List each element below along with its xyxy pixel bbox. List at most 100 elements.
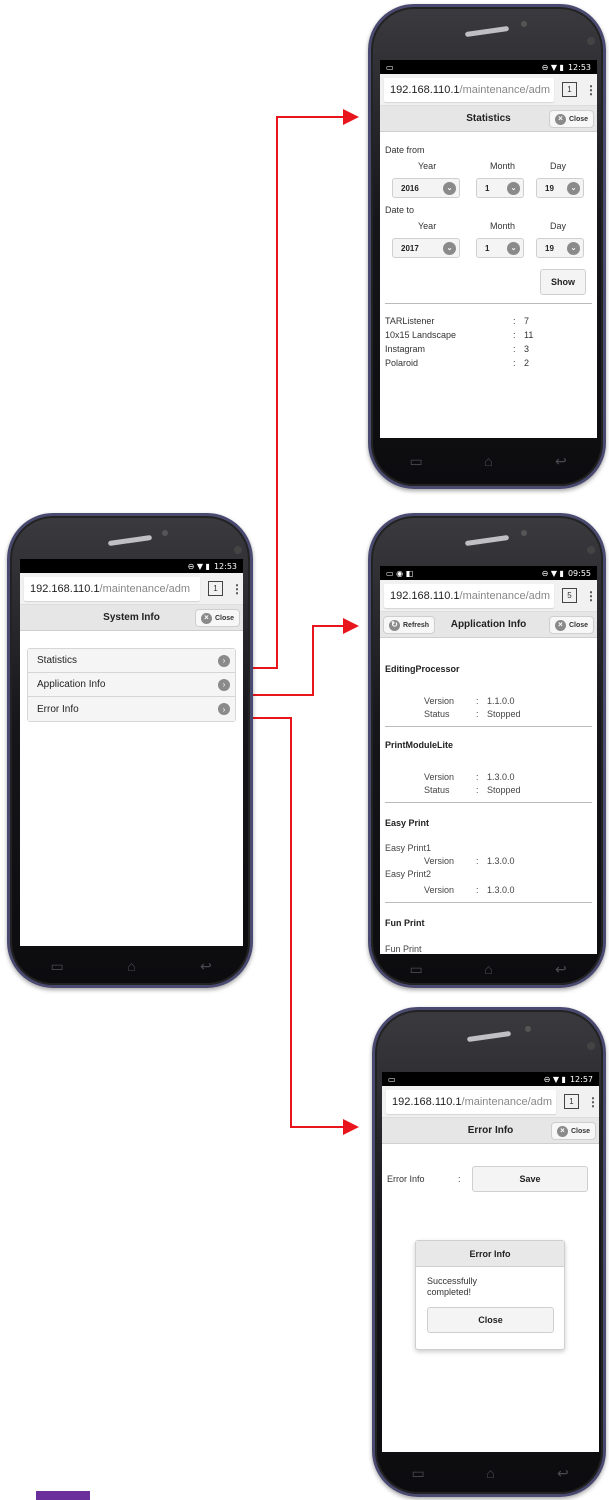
back-icon[interactable]: ↩: [546, 453, 576, 470]
stat-sep: :: [513, 344, 516, 354]
url-bar: 192.168.110.1/maintenance/adm 5 ⋮: [380, 580, 597, 612]
url-path: /maintenance/adm: [99, 582, 191, 595]
earpiece: [464, 534, 510, 547]
from-month-select[interactable]: 1 ⌄: [476, 178, 524, 198]
recent-apps-icon[interactable]: ▭: [42, 958, 72, 975]
back-icon[interactable]: ↩: [546, 961, 576, 978]
show-button[interactable]: Show: [540, 269, 586, 295]
close-button[interactable]: × Close: [548, 110, 594, 128]
refresh-button[interactable]: ↻ Refresh: [383, 616, 436, 634]
stat-name: Instagram: [385, 344, 426, 354]
select-value: 2016: [401, 183, 419, 193]
stat-value: 11: [524, 330, 534, 340]
back-icon[interactable]: ↩: [548, 1465, 578, 1482]
home-icon[interactable]: ⌂: [116, 958, 146, 974]
url-host: 192.168.110.1: [392, 1095, 462, 1108]
select-value: 19: [545, 183, 554, 193]
chevron-right-icon: ›: [218, 678, 230, 691]
sub-title: Fun Print: [385, 944, 422, 954]
recent-apps-icon[interactable]: ▭: [401, 453, 431, 470]
from-day-select[interactable]: 19 ⌄: [536, 178, 584, 198]
list-item-statistics[interactable]: Statistics ›: [28, 649, 235, 673]
kv-sep: :: [476, 709, 479, 719]
from-year-select[interactable]: 2016 ⌄: [392, 178, 460, 198]
version-label: Version: [424, 885, 455, 895]
close-button[interactable]: × Close: [194, 609, 240, 627]
screen: ▭ ⊖ ▼ ▮ 12:53 192.168.110.1/maintenance/a…: [380, 60, 597, 438]
chevron-right-icon: ›: [218, 703, 230, 715]
signal-icon: ⊖ ▼ ▮: [541, 62, 564, 72]
back-icon[interactable]: ↩: [191, 958, 221, 975]
page-title: System Info: [103, 612, 160, 623]
home-icon[interactable]: ⌂: [473, 453, 503, 469]
chevron-down-icon: ⌄: [567, 181, 580, 195]
to-year-select[interactable]: 2017 ⌄: [392, 238, 460, 258]
sub-title: Easy Print2: [385, 869, 432, 879]
col-year-label: Year: [418, 161, 437, 171]
menu-icon[interactable]: ⋮: [585, 589, 597, 603]
phone-application-info: ▭ ◉ ◧ ⊖ ▼ ▮ 09:55 192.168.110.1/maintenan…: [368, 513, 606, 988]
version-value: 1.3.0.0: [487, 772, 515, 782]
url-bar: 192.168.110.1/maintenance/adm 1 ⋮: [382, 1086, 599, 1118]
close-icon: ×: [554, 619, 566, 631]
select-value: 1: [485, 183, 490, 193]
notification-icon: ▭ ◉ ◧: [386, 568, 414, 578]
to-day-select[interactable]: 19 ⌄: [536, 238, 584, 258]
menu-icon[interactable]: ⋮: [585, 83, 597, 97]
sensor: [587, 1042, 595, 1050]
home-icon[interactable]: ⌂: [475, 1465, 505, 1481]
chevron-down-icon: ⌄: [507, 181, 520, 195]
address-field[interactable]: 192.168.110.1/maintenance/adm: [384, 583, 554, 608]
menu-icon[interactable]: ⋮: [231, 582, 243, 596]
signal-icon: ⊖ ▼ ▮: [187, 561, 210, 571]
dialog-close-button[interactable]: Close: [427, 1307, 554, 1333]
tab-switcher-button[interactable]: 5: [562, 588, 577, 603]
list-item-error-info[interactable]: Error Info ›: [28, 697, 235, 721]
sensor: [234, 546, 242, 554]
col-day-label: Day: [550, 161, 567, 171]
signal-icon: ⊖ ▼ ▮: [541, 568, 564, 578]
section-title: PrintModuleLite: [385, 740, 453, 750]
tab-switcher-button[interactable]: 1: [562, 82, 577, 97]
version-value: 1.1.0.0: [487, 696, 515, 706]
url-bar: 192.168.110.1/maintenance/adm 1 ⋮: [380, 74, 597, 106]
tab-switcher-button[interactable]: 1: [564, 1094, 579, 1109]
col-month-label: Month: [490, 221, 516, 231]
url-host: 192.168.110.1: [390, 589, 460, 602]
tab-switcher-button[interactable]: 1: [208, 581, 223, 596]
address-field[interactable]: 192.168.110.1/maintenance/adm: [24, 576, 200, 601]
front-camera: [521, 530, 527, 536]
status-time: 12:53: [567, 62, 591, 72]
home-icon[interactable]: ⌂: [473, 961, 503, 977]
address-field[interactable]: 192.168.110.1/maintenance/adm: [386, 1089, 556, 1114]
save-button[interactable]: Save: [472, 1166, 588, 1192]
chevron-down-icon: ⌄: [507, 241, 520, 255]
address-field[interactable]: 192.168.110.1/maintenance/adm: [384, 77, 554, 102]
chevron-down-icon: ⌄: [567, 241, 580, 255]
page-header: Statistics × Close: [380, 106, 597, 132]
col-month-label: Month: [490, 161, 516, 171]
stat-name: TARListener: [385, 316, 435, 326]
page-header: System Info × Close: [20, 605, 243, 631]
status-label: Status: [424, 785, 450, 795]
chevron-right-icon: ›: [218, 654, 230, 667]
error-info-label: Error Info: [387, 1174, 425, 1184]
select-value: 2017: [401, 243, 419, 253]
status-bar: ▭ ⊖ ▼ ▮ 12:57: [382, 1072, 599, 1086]
chevron-down-icon: ⌄: [443, 181, 456, 195]
front-camera: [525, 1026, 531, 1032]
recent-apps-icon[interactable]: ▭: [403, 1465, 433, 1482]
close-icon: ×: [554, 113, 566, 125]
to-month-select[interactable]: 1 ⌄: [476, 238, 524, 258]
menu-icon[interactable]: ⋮: [587, 1095, 599, 1109]
col-day-label: Day: [550, 221, 567, 231]
status-bar: ▭ ⊖ ▼ ▮ 12:53: [380, 60, 597, 74]
list-item-application-info[interactable]: Application Info ›: [28, 673, 235, 697]
close-button[interactable]: × Close: [550, 1122, 596, 1140]
close-button[interactable]: × Close: [548, 616, 594, 634]
recent-apps-icon[interactable]: ▭: [401, 961, 431, 978]
dialog-message: Successfully completed!: [427, 1276, 478, 1297]
page-title: Application Info: [450, 619, 527, 630]
notification-icon: ▭: [386, 62, 394, 72]
screen: ▭ ◉ ◧ ⊖ ▼ ▮ 09:55 192.168.110.1/maintenan…: [380, 566, 597, 954]
